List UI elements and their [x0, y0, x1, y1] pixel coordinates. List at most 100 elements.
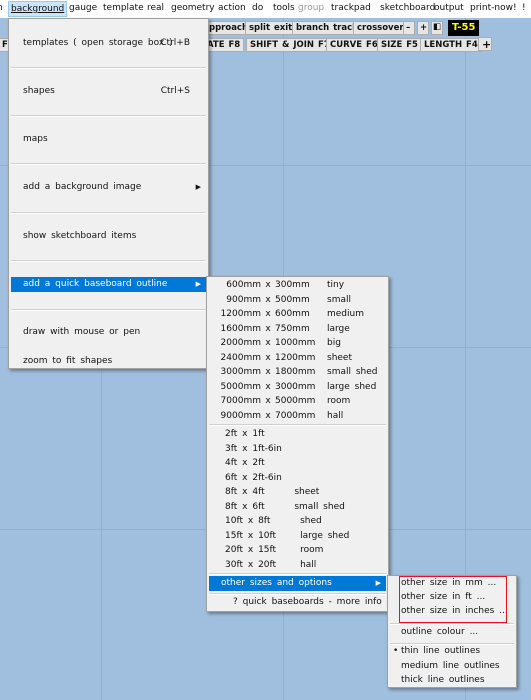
crossover-button[interactable]: crossover — [353, 21, 408, 35]
menu-sketchboard[interactable]: sketchboard — [380, 3, 435, 13]
baseboard-imperial-item[interactable]: 4ft x 2ft — [209, 456, 386, 471]
menu-item-templates[interactable]: templates ( open storage box ) Ctrl+B — [11, 36, 206, 51]
menu-item-other-sizes[interactable]: other sizes and options ▶ — [209, 576, 386, 591]
baseboard-metric-item[interactable]: 2400mm x 1200mm sheet — [209, 351, 386, 366]
menu-action[interactable]: action — [218, 3, 246, 13]
width-label: 6ft — [225, 472, 238, 483]
highlight-box — [399, 576, 507, 623]
menu-template[interactable]: template — [103, 3, 144, 13]
rotate-button[interactable]: ATE F8 — [203, 38, 245, 52]
height-label: 1000mm — [275, 338, 316, 348]
submenu-arrow-icon: ▶ — [195, 183, 201, 191]
baseboard-imperial-item[interactable]: 30ft x 20ft hall — [209, 558, 386, 573]
menu-item-show-sketchboard-items[interactable]: show sketchboard items — [11, 229, 206, 244]
x-label: x — [242, 472, 248, 483]
height-label: 1200mm — [275, 352, 316, 363]
name-label: small shed — [327, 367, 378, 377]
x-label: x — [265, 294, 271, 305]
width-label: 900mm — [226, 294, 261, 305]
name-label: big — [327, 338, 341, 348]
x-label: x — [265, 323, 271, 334]
menu-item-thick-outlines[interactable]: thick line outlines — [390, 673, 514, 688]
separator — [11, 212, 206, 214]
menu-group: group — [298, 3, 325, 13]
name-label: hall — [327, 410, 344, 421]
width-label: 1600mm — [220, 323, 261, 334]
height-label: 750mm — [275, 323, 310, 334]
menu-item-draw-with-mouse[interactable]: draw with mouse or pen — [11, 325, 206, 340]
name-label: room — [327, 396, 351, 406]
baseboard-imperial-item[interactable]: 10ft x 8ft shed — [209, 514, 386, 529]
fit-icon[interactable]: ◧ — [431, 21, 443, 35]
x-label: x — [242, 429, 248, 439]
width-label: 2000mm — [220, 338, 261, 348]
zoom-out-button[interactable]: – — [403, 21, 415, 35]
baseboard-metric-item[interactable]: 9000mm x 7000mm hall — [209, 409, 386, 424]
baseboard-imperial-item[interactable]: 20ft x 15ft room — [209, 543, 386, 558]
add-button[interactable]: + — [478, 37, 492, 51]
baseboard-imperial-item[interactable]: 8ft x 4ft sheet — [209, 485, 386, 500]
menu-item-maps[interactable]: maps — [11, 132, 206, 147]
baseboard-metric-item[interactable]: 1600mm x 750mm large — [209, 322, 386, 337]
menu-trackpad[interactable]: trackpad — [331, 3, 371, 13]
x-label: x — [247, 559, 254, 570]
x-label: x — [247, 516, 254, 526]
menu-item-zoom-to-fit[interactable]: zoom to fit shapes — [11, 354, 206, 369]
name-label: large shed — [327, 381, 377, 392]
menu-item-add-background-image[interactable]: add a background image ▶ — [11, 180, 206, 195]
shortcut: Ctrl+S — [160, 86, 190, 96]
baseboard-metric-item[interactable]: 3000mm x 1800mm small shed — [209, 365, 386, 380]
height-label: 20ft — [258, 559, 277, 570]
width-label: 2400mm — [220, 352, 261, 363]
size-button[interactable]: SIZE F5 — [377, 38, 422, 52]
baseboard-metric-item[interactable]: 600mm x 300mm tiny — [209, 278, 386, 293]
menu-background[interactable]: background — [8, 1, 68, 17]
menu-item-quick-baseboard[interactable]: add a quick baseboard outline ▶ — [11, 277, 206, 292]
menu-item-shapes[interactable]: shapes Ctrl+S — [11, 84, 206, 99]
width-label: 2ft — [225, 429, 238, 439]
baseboard-imperial-item[interactable]: 2ft x 1ft — [209, 427, 386, 442]
curve-button[interactable]: CURVE F6 — [326, 38, 382, 52]
menu-output[interactable]: output — [434, 3, 464, 13]
baseboard-imperial-item[interactable]: 6ft x 2ft-6in — [209, 471, 386, 486]
baseboard-imperial-item[interactable]: 15ft x 10ft large shed — [209, 529, 386, 544]
baseboard-imperial-item[interactable]: 3ft x 1ft-6in — [209, 442, 386, 457]
baseboard-metric-item[interactable]: 2000mm x 1000mm big — [209, 336, 386, 351]
baseboard-metric-item[interactable]: 1200mm x 600mm medium — [209, 307, 386, 322]
menu-extra[interactable]: ! — [522, 3, 526, 13]
baseboard-metric-item[interactable]: 7000mm x 5000mm room — [209, 394, 386, 409]
menu-item-thin-outlines[interactable]: • thin line outlines — [390, 644, 514, 659]
shift-join-button[interactable]: SHIFT & JOIN F7 — [246, 38, 334, 52]
template-badge: T-55 — [448, 20, 480, 36]
baseboard-metric-item[interactable]: 5000mm x 3000mm large shed — [209, 380, 386, 395]
width-label: 7000mm — [220, 396, 261, 406]
menu-item-medium-outlines[interactable]: medium line outlines — [390, 659, 514, 674]
menu-real[interactable]: real — [147, 3, 164, 13]
menu-do[interactable]: do — [252, 3, 263, 13]
branch-track-button[interactable]: branch track — [292, 21, 362, 35]
x-label: x — [265, 381, 271, 392]
zoom-in-button[interactable]: + — [417, 21, 429, 35]
menu-print-now[interactable]: print-now! — [470, 3, 517, 13]
width-label: 8ft — [225, 487, 238, 497]
name-label: small — [327, 294, 351, 305]
name-label: sheet — [327, 352, 352, 363]
x-label: x — [265, 338, 271, 348]
baseboard-metric-item[interactable]: 900mm x 500mm small — [209, 293, 386, 308]
menu-item-outline-colour[interactable]: outline colour ... — [390, 625, 514, 640]
x-label: x — [242, 443, 248, 454]
menu-tools[interactable]: tools — [273, 3, 295, 13]
x-label: x — [242, 487, 248, 497]
separator — [11, 115, 206, 117]
menu-main[interactable]: n — [0, 3, 3, 13]
menu-item-more-info[interactable]: ? quick baseboards - more info — [209, 595, 386, 610]
menu-bar: n background gauge template real geometr… — [0, 0, 531, 18]
x-label: x — [265, 309, 271, 319]
menu-gauge[interactable]: gauge — [69, 3, 97, 13]
length-button[interactable]: LENGTH F4 — [420, 38, 482, 52]
width-label: 20ft — [225, 545, 243, 555]
split-exit-button[interactable]: split exit — [245, 21, 297, 35]
menu-geometry[interactable]: geometry — [171, 3, 215, 13]
height-label: 7000mm — [275, 410, 316, 421]
baseboard-imperial-item[interactable]: 8ft x 6ft small shed — [209, 500, 386, 515]
